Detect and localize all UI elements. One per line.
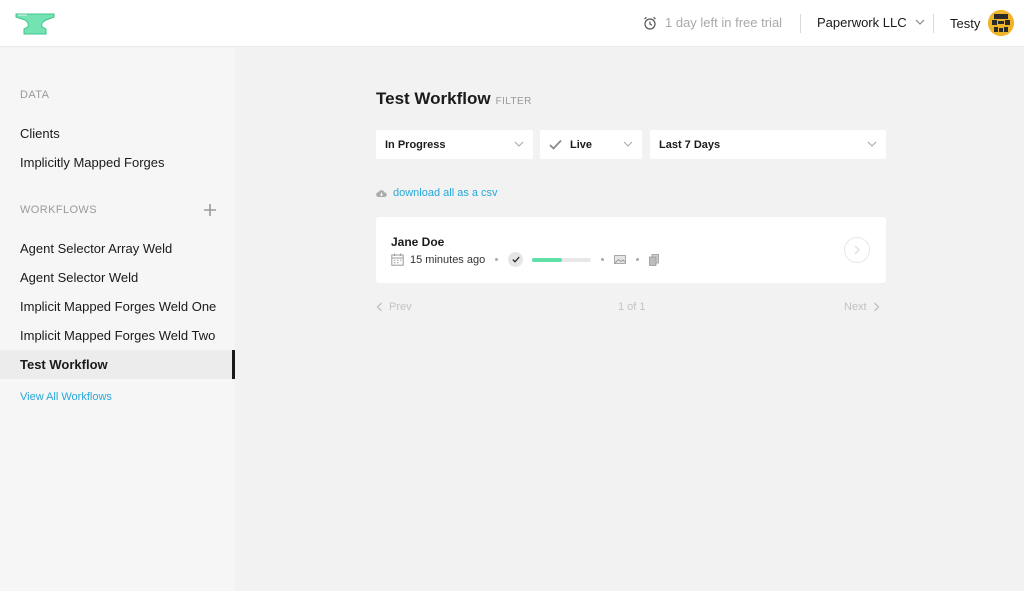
- calendar-icon: [391, 253, 404, 266]
- sidebar-item-workflow[interactable]: Implicit Mapped Forges Weld One: [0, 292, 235, 321]
- separator-dot: [601, 258, 605, 261]
- page-indicator: 1 of 1: [618, 301, 646, 313]
- avatar[interactable]: [988, 10, 1015, 36]
- separator-dot: [495, 258, 499, 261]
- page-title: Test Workflow: [376, 89, 491, 108]
- check-circle-icon: [508, 252, 524, 267]
- user-name: Testy: [950, 16, 981, 31]
- download-csv-label: download all as a csv: [393, 187, 498, 199]
- anvil-logo-icon[interactable]: [15, 12, 57, 36]
- submission-card[interactable]: Jane Doe 15 minutes ago: [376, 217, 886, 283]
- page-header: Test Workflow FILTER: [376, 89, 532, 109]
- submission-meta: 15 minutes ago: [391, 252, 660, 267]
- alarm-clock-icon: [644, 16, 656, 30]
- page-indicator-label: 1 of 1: [618, 301, 646, 313]
- prev-page-button[interactable]: Prev: [376, 301, 412, 313]
- view-all-workflows-link[interactable]: View All Workflows: [20, 391, 112, 403]
- main-content: Test Workflow FILTER In Progress Live La…: [236, 48, 1024, 591]
- chevron-down-icon: [623, 141, 633, 147]
- sidebar-item-implicitly-mapped-forges[interactable]: Implicitly Mapped Forges: [0, 148, 235, 177]
- status-filter-dropdown[interactable]: In Progress: [376, 130, 533, 159]
- date-range-value: Last 7 Days: [659, 138, 721, 151]
- image-icon: [614, 255, 627, 264]
- section-label-data: DATA: [20, 89, 50, 101]
- chevron-right-icon: [854, 245, 860, 255]
- chevron-down-icon: [514, 141, 524, 147]
- sidebar-item-workflow-active[interactable]: Test Workflow: [0, 350, 235, 379]
- chevron-right-icon: [873, 302, 880, 312]
- prev-page-label: Prev: [389, 301, 412, 313]
- next-page-button[interactable]: Next: [844, 301, 880, 313]
- submission-time: 15 minutes ago: [410, 253, 486, 266]
- org-switcher[interactable]: Paperwork LLC: [817, 15, 925, 30]
- next-page-label: Next: [844, 301, 867, 313]
- copy-documents-icon: [649, 253, 660, 266]
- download-csv-link[interactable]: download all as a csv: [376, 187, 498, 199]
- cloud-download-icon: [376, 189, 387, 197]
- chevron-left-icon: [376, 302, 382, 312]
- divider: [933, 14, 934, 33]
- mode-filter-dropdown[interactable]: Live: [540, 130, 642, 159]
- chevron-down-icon: [915, 19, 925, 25]
- date-range-dropdown[interactable]: Last 7 Days: [650, 130, 886, 159]
- add-workflow-icon[interactable]: [203, 203, 217, 217]
- status-filter-value: In Progress: [385, 138, 446, 151]
- separator-dot: [636, 258, 640, 261]
- checkmark-icon: [549, 139, 562, 150]
- sidebar-item-clients[interactable]: Clients: [0, 119, 235, 148]
- sidebar: DATA Clients Implicitly Mapped Forges WO…: [0, 48, 235, 591]
- org-name: Paperwork LLC: [817, 15, 907, 30]
- user-menu[interactable]: Testy: [950, 10, 1015, 36]
- top-bar: 1 day left in free trial Paperwork LLC T…: [0, 0, 1024, 47]
- divider: [800, 14, 801, 33]
- sidebar-item-workflow[interactable]: Agent Selector Weld: [0, 263, 235, 292]
- trial-text: 1 day left in free trial: [665, 15, 783, 30]
- progress-bar: [532, 257, 592, 262]
- progress-fill: [532, 257, 562, 262]
- avatar-pattern-icon: [988, 10, 1015, 36]
- mode-filter-value: Live: [570, 138, 593, 151]
- open-submission-button[interactable]: [844, 237, 870, 263]
- submission-name: Jane Doe: [391, 235, 445, 249]
- sidebar-item-workflow[interactable]: Agent Selector Array Weld: [0, 234, 235, 263]
- filter-toggle[interactable]: FILTER: [496, 96, 532, 107]
- sidebar-item-workflow[interactable]: Implicit Mapped Forges Weld Two: [0, 321, 235, 350]
- chevron-down-icon: [867, 141, 877, 147]
- trial-notice: 1 day left in free trial: [643, 15, 782, 30]
- section-label-workflows: WORKFLOWS: [20, 204, 97, 216]
